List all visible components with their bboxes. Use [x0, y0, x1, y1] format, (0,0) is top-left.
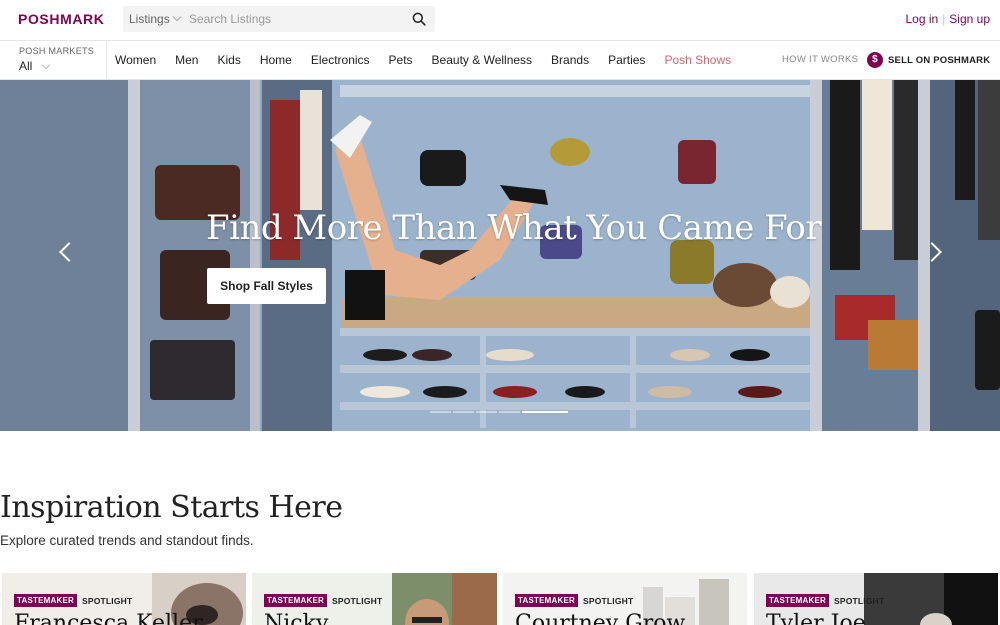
hero-banner: Find More Than What You Came For Shop Fa… — [0, 80, 1000, 431]
poshmark-logo[interactable]: POSHMARK — [18, 11, 104, 27]
chevron-down-icon — [172, 12, 181, 22]
tastemaker-tag: TASTEMAKER — [14, 594, 77, 607]
nav-item-brands[interactable]: Brands — [551, 53, 589, 67]
top-header: POSHMARK Listings Log in |Sign up — [0, 0, 1000, 40]
card-badge: TASTEMAKER SPOTLIGHT — [14, 594, 132, 607]
tastemaker-tag: TASTEMAKER — [766, 594, 829, 607]
carousel-dot[interactable] — [430, 411, 451, 413]
login-link[interactable]: Log in — [905, 12, 938, 26]
posh-markets-select[interactable]: POSH MARKETS All — [0, 41, 107, 79]
sell-label: SELL ON POSHMARK — [888, 54, 991, 66]
tastemaker-card[interactable]: TASTEMAKER SPOTLIGHT Courtney Grow — [503, 573, 747, 625]
card-name: Francesca Keller — [14, 611, 203, 625]
tastemaker-card[interactable]: TASTEMAKER SPOTLIGHT Nicky — [252, 573, 497, 625]
tastemaker-tag: TASTEMAKER — [264, 594, 327, 607]
inspiration-title: Inspiration Starts Here — [0, 490, 343, 525]
search-scope-select[interactable]: Listings — [129, 6, 181, 32]
card-badge: TASTEMAKER SPOTLIGHT — [766, 594, 884, 607]
dollar-icon: $ — [867, 52, 883, 68]
sell-on-poshmark-link[interactable]: $ SELL ON POSHMARK — [867, 52, 990, 68]
tastemaker-cards: TASTEMAKER SPOTLIGHT Francesca Keller TA… — [0, 573, 1000, 625]
search-bar: Listings — [123, 6, 435, 32]
tastemaker-card[interactable]: TASTEMAKER SPOTLIGHT Francesca Keller — [2, 573, 246, 625]
spotlight-label: SPOTLIGHT — [833, 595, 885, 606]
spotlight-label: SPOTLIGHT — [331, 595, 383, 606]
nav-item-posh-shows[interactable]: Posh Shows — [664, 53, 731, 67]
carousel-dots — [430, 411, 570, 413]
category-nav: POSH MARKETS All Women Men Kids Home Ele… — [0, 40, 1000, 80]
card-badge: TASTEMAKER SPOTLIGHT — [264, 594, 382, 607]
nav-item-kids[interactable]: Kids — [217, 53, 240, 67]
carousel-dot[interactable] — [476, 411, 497, 413]
card-name: Nicky — [264, 611, 329, 625]
auth-divider: | — [942, 12, 946, 26]
how-it-works-link[interactable]: HOW IT WORKS — [782, 54, 858, 65]
nav-items: Women Men Kids Home Electronics Pets Bea… — [115, 41, 750, 79]
card-badge: TASTEMAKER SPOTLIGHT — [515, 594, 633, 607]
carousel-dot[interactable] — [499, 411, 520, 413]
tastemaker-tag: TASTEMAKER — [515, 594, 578, 607]
carousel-dot-active[interactable] — [522, 411, 568, 413]
nav-item-women[interactable]: Women — [115, 53, 156, 67]
search-scope-label: Listings — [129, 12, 170, 26]
nav-item-beauty-wellness[interactable]: Beauty & Wellness — [432, 53, 533, 67]
auth-links: Log in | Sign up — [905, 12, 990, 26]
nav-item-pets[interactable]: Pets — [389, 53, 413, 67]
nav-item-parties[interactable]: Parties — [608, 53, 645, 67]
nav-item-men[interactable]: Men — [175, 53, 198, 67]
search-input[interactable] — [189, 6, 399, 32]
spotlight-label: SPOTLIGHT — [582, 595, 634, 606]
hero-image — [0, 80, 1000, 431]
posh-markets-value: All — [19, 59, 33, 73]
nav-item-electronics[interactable]: Electronics — [311, 53, 370, 67]
chevron-down-icon — [41, 60, 51, 70]
carousel-dot[interactable] — [453, 411, 474, 413]
search-icon[interactable] — [412, 12, 426, 26]
hero-title: Find More Than What You Came For — [206, 208, 822, 248]
signup-link[interactable]: Sign up — [949, 12, 990, 26]
card-name: Tyler Joe — [766, 611, 866, 625]
nav-item-home[interactable]: Home — [260, 53, 292, 67]
inspiration-subtitle: Explore curated trends and standout find… — [0, 533, 254, 548]
shop-fall-styles-button[interactable]: Shop Fall Styles — [207, 268, 326, 304]
card-name: Courtney Grow — [515, 611, 686, 625]
posh-markets-label: POSH MARKETS — [19, 46, 95, 56]
spotlight-label: SPOTLIGHT — [81, 595, 133, 606]
tastemaker-card[interactable]: TASTEMAKER SPOTLIGHT Tyler Joe — [754, 573, 998, 625]
